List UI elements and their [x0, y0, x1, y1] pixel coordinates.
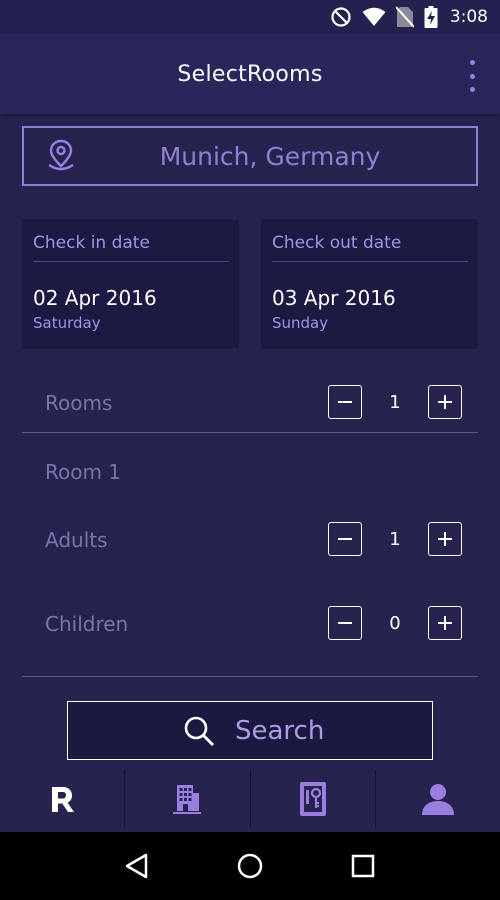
hotel-building-icon	[173, 785, 202, 814]
minus-icon	[338, 401, 352, 403]
check-out-day: Sunday	[272, 314, 329, 332]
adults-label: Adults	[45, 528, 108, 552]
nav-home[interactable]	[0, 770, 126, 828]
check-in-card[interactable]: Check in date 02 Apr 2016 Saturday	[22, 219, 239, 349]
do-not-disturb-icon	[331, 7, 351, 27]
search-label: Search	[235, 716, 325, 746]
rooms-label: Rooms	[45, 391, 113, 415]
home-button[interactable]	[225, 841, 275, 891]
nav-hotels[interactable]	[125, 770, 251, 828]
children-decrement-button[interactable]	[328, 606, 362, 640]
children-value: 0	[389, 612, 401, 634]
bottom-nav	[0, 770, 500, 832]
more-vert-icon[interactable]	[462, 60, 482, 92]
adults-stepper: 1	[328, 522, 462, 556]
children-label: Children	[45, 612, 129, 636]
minus-icon	[338, 538, 352, 540]
home-icon	[237, 853, 263, 879]
profile-icon	[421, 784, 454, 815]
system-nav-bar	[0, 832, 500, 900]
minus-icon	[338, 622, 352, 624]
plus-icon	[438, 395, 452, 409]
rooms-value: 1	[389, 391, 401, 413]
adults-row: Adults 1	[22, 520, 478, 560]
recents-button[interactable]	[338, 841, 388, 891]
back-icon	[125, 853, 147, 879]
app-bar: SelectRooms	[0, 34, 500, 114]
recents-icon	[352, 854, 375, 878]
check-in-day: Saturday	[33, 314, 101, 332]
back-button[interactable]	[112, 841, 162, 891]
rooms-decrement-button[interactable]	[328, 385, 362, 419]
nav-bookings[interactable]	[251, 770, 376, 828]
status-bar: 3:08	[0, 0, 500, 34]
room-key-icon	[299, 782, 326, 816]
status-time: 3:08	[449, 7, 488, 27]
check-out-card[interactable]: Check out date 03 Apr 2016 Sunday	[261, 219, 478, 349]
rooms-increment-button[interactable]	[428, 385, 462, 419]
adults-decrement-button[interactable]	[328, 522, 362, 556]
children-increment-button[interactable]	[428, 606, 462, 640]
check-out-label: Check out date	[272, 233, 468, 262]
adults-value: 1	[389, 528, 401, 550]
search-icon	[184, 716, 215, 747]
divider	[22, 432, 478, 433]
search-button[interactable]: Search	[67, 701, 433, 760]
app-title: SelectRooms	[177, 61, 323, 87]
plus-icon	[438, 532, 452, 546]
wifi-icon	[362, 7, 386, 26]
rooms-row: Rooms 1	[22, 383, 478, 423]
children-row: Children 0	[22, 604, 478, 644]
rooms-stepper: 1	[328, 385, 462, 419]
divider	[22, 676, 478, 677]
adults-increment-button[interactable]	[428, 522, 462, 556]
battery-charging-icon	[424, 6, 438, 28]
check-in-label: Check in date	[33, 233, 229, 262]
nav-profile[interactable]	[376, 770, 500, 828]
location-pin-icon	[48, 139, 74, 171]
check-in-date: 02 Apr 2016	[33, 286, 157, 310]
check-out-date: 03 Apr 2016	[272, 286, 396, 310]
plus-icon	[438, 616, 452, 630]
location-input[interactable]: Munich, Germany	[22, 126, 478, 186]
no-sim-icon	[395, 6, 414, 28]
children-stepper: 0	[328, 606, 462, 640]
room-1-heading: Room 1	[45, 460, 122, 484]
brand-r-icon	[52, 787, 75, 812]
location-value: Munich, Germany	[159, 141, 381, 171]
